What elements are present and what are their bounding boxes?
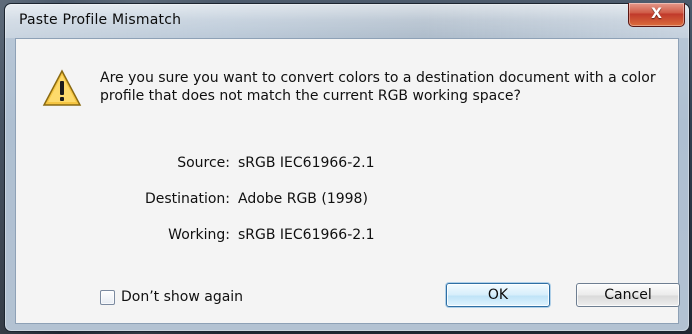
close-button[interactable]: X [628, 3, 685, 27]
dont-show-again-label: Don’t show again [121, 289, 244, 305]
ok-button[interactable]: OK [446, 283, 550, 307]
cancel-button[interactable]: Cancel [576, 283, 680, 307]
field-value-destination: Adobe RGB (1998) [238, 191, 368, 207]
dialog-window: Paste Profile Mismatch X Are you sure yo… [4, 3, 690, 332]
field-row-destination: Destination: Adobe RGB (1998) [100, 191, 520, 211]
field-label-destination: Destination: [144, 191, 230, 207]
warning-icon [42, 69, 82, 106]
field-row-working: Working: sRGB IEC61966-2.1 [100, 227, 520, 247]
field-value-working: sRGB IEC61966-2.1 [238, 227, 375, 243]
field-row-source: Source: sRGB IEC61966-2.1 [100, 155, 520, 175]
dont-show-again-checkbox[interactable] [100, 289, 115, 305]
title-bar: Paste Profile Mismatch X [5, 3, 689, 38]
dialog-message: Are you sure you want to convert colors … [100, 70, 656, 104]
dialog-title: Paste Profile Mismatch [19, 12, 182, 28]
field-label-source: Source: [177, 155, 230, 171]
field-label-working: Working: [168, 227, 230, 243]
dialog-content: Are you sure you want to convert colors … [15, 38, 680, 324]
dont-show-again-option[interactable]: Don’t show again [100, 287, 290, 307]
field-value-source: sRGB IEC61966-2.1 [238, 155, 375, 171]
close-icon: X [651, 5, 662, 22]
